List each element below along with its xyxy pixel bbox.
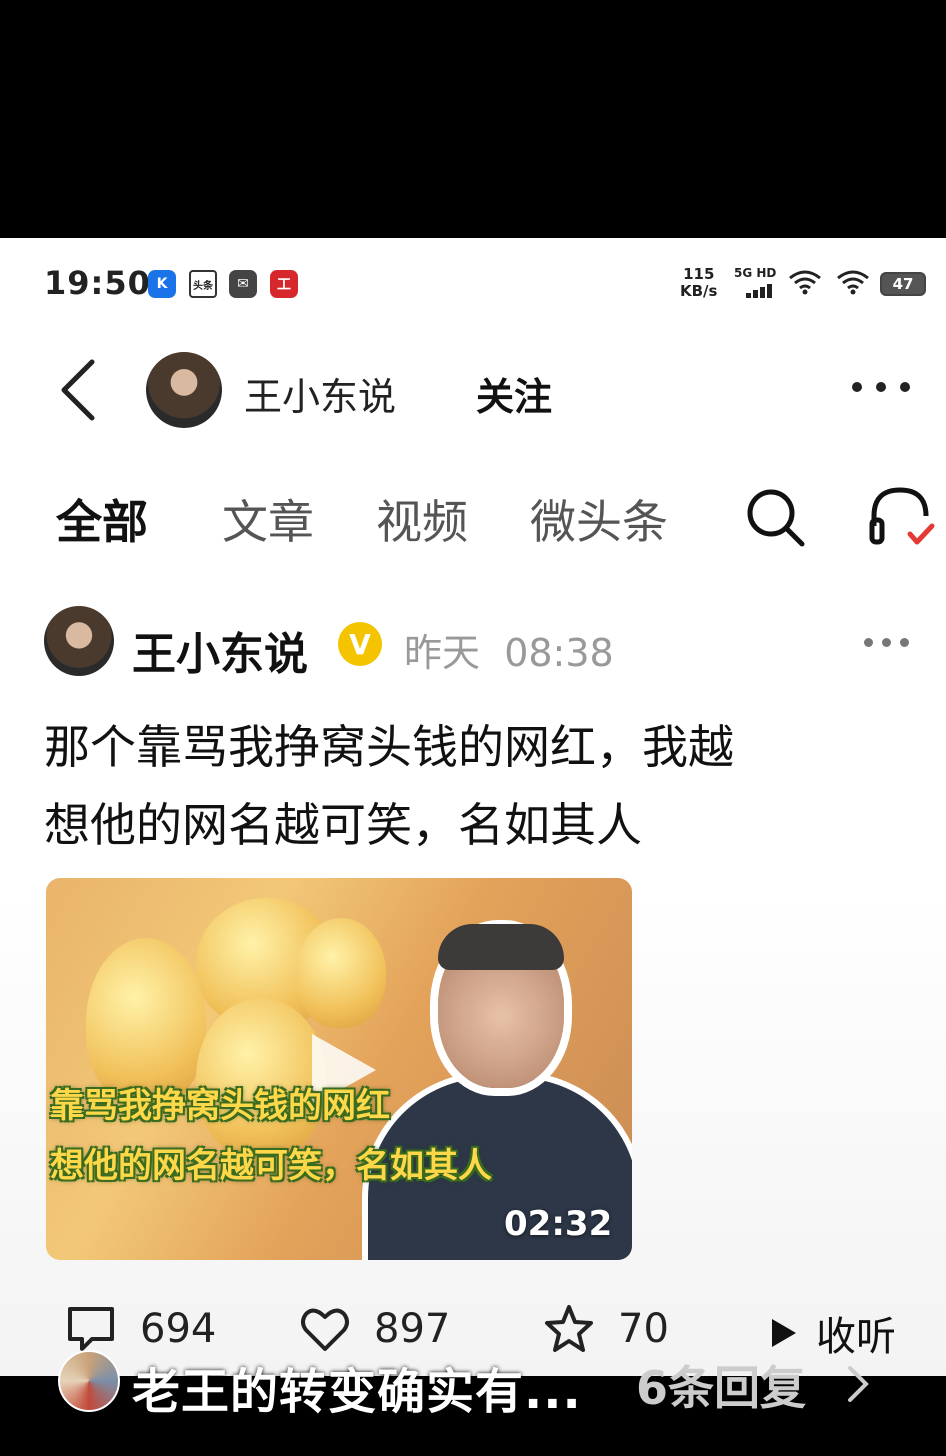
video-caption-line-2: 想他的网名越可笑，名如其人 (50, 1146, 492, 1186)
commenter-avatar[interactable] (58, 1350, 120, 1412)
listen-label: 收听 (816, 1314, 896, 1360)
post-title-line-1: 那个靠骂我挣窝头钱的网红，我越 (44, 720, 734, 774)
post-title[interactable]: 那个靠骂我挣窝头钱的网红，我越 想他的网名越可笑，名如其人 (44, 708, 904, 864)
post-title-line-2: 想他的网名越可笑，名如其人 (44, 798, 642, 852)
network-speed-unit: KB/s (680, 282, 718, 300)
video-thumbnail[interactable]: 靠骂我挣窝头钱的网红 想他的网名越可笑，名如其人 02:32 (46, 878, 632, 1260)
like-button[interactable]: 897 (298, 1302, 450, 1356)
tab-all[interactable]: 全部 (56, 486, 148, 552)
message-app-icon: ✉ (229, 270, 257, 298)
tab-videos[interactable]: 视频 (376, 486, 468, 552)
video-caption-line-1: 靠骂我挣窝头钱的网红 (50, 1086, 390, 1126)
profile-header: 王小东说 关注 (0, 338, 946, 438)
tab-micro-posts[interactable]: 微头条 (530, 486, 668, 552)
network-type-label: 5G HD (734, 266, 777, 280)
comment-button[interactable]: 694 (64, 1302, 216, 1356)
post-author-name[interactable]: 王小东说 (132, 618, 308, 682)
play-triangle-icon (772, 1319, 796, 1347)
heart-icon (301, 1308, 349, 1351)
back-arrow-icon[interactable] (56, 358, 100, 422)
battery-icon: 47 (880, 272, 926, 296)
wifi-icon (837, 270, 869, 295)
favorite-button[interactable]: 70 (542, 1302, 669, 1356)
like-count: 897 (374, 1306, 451, 1352)
verified-badge-icon: V (338, 622, 382, 666)
k-app-icon: K (148, 270, 176, 298)
tab-articles[interactable]: 文章 (222, 486, 314, 552)
more-options-icon[interactable] (850, 378, 914, 398)
header-avatar[interactable] (146, 352, 222, 428)
network-speed-value: 115 (683, 265, 715, 283)
top-black-border (0, 0, 946, 238)
post-timestamp: 昨天 08:38 (404, 622, 614, 677)
search-icon[interactable] (744, 486, 806, 548)
content-tabs: 全部 文章 视频 微头条 (0, 476, 946, 566)
favorite-count: 70 (618, 1306, 669, 1352)
post-more-options-icon[interactable] (862, 636, 912, 652)
video-duration: 02:32 (504, 1204, 613, 1244)
wifi-plus-icon (789, 270, 821, 295)
signal-icon (746, 282, 776, 298)
post-author-avatar[interactable] (44, 606, 114, 676)
toutiao-app-icon: 头条 (189, 270, 217, 298)
bank-app-icon: 工 (270, 270, 298, 298)
comment-count: 694 (140, 1306, 217, 1352)
chevron-right-icon[interactable] (842, 1364, 872, 1404)
network-speed: 115 KB/s (680, 266, 717, 300)
follow-button[interactable]: 关注 (476, 366, 552, 421)
status-bar: 19:50 K 头条 ✉ 工 115 KB/s 5G HD 47 (0, 238, 946, 328)
reply-count[interactable]: 6条回复 (636, 1352, 806, 1418)
header-account-name[interactable]: 王小东说 (244, 366, 396, 421)
post-time-day: 昨天 (404, 631, 481, 675)
star-icon (545, 1305, 593, 1352)
status-time: 19:50 (44, 264, 151, 302)
post-time-clock: 08:38 (504, 631, 614, 675)
headphone-listen-icon[interactable] (866, 484, 936, 550)
comment-icon (68, 1307, 114, 1351)
phone-screen: 19:50 K 头条 ✉ 工 115 KB/s 5G HD 47 王小东说 关注… (0, 238, 946, 1376)
comment-preview-text[interactable]: 老王的转变确实有... (132, 1352, 582, 1422)
